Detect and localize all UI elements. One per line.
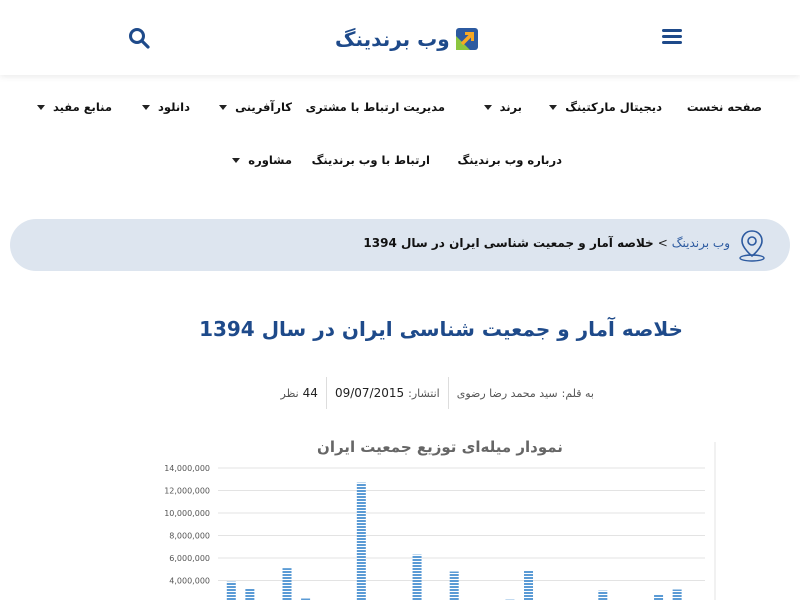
publish-date: 09/07/2015 <box>334 386 405 400</box>
chart-bar <box>524 570 534 600</box>
chart-bar <box>245 588 255 600</box>
caret-down-icon <box>232 157 241 163</box>
date-label: انتشار: <box>408 386 440 400</box>
nav-item-brand[interactable]: برند <box>483 95 522 119</box>
chart-bar <box>282 568 292 600</box>
y-tick-label: 14,000,000 <box>164 464 210 473</box>
y-tick-label: 4,000,000 <box>169 577 210 586</box>
site-header: وب برندینگ <box>0 0 800 75</box>
nav-item-entrepreneurship[interactable]: کارآفرینی <box>219 95 292 119</box>
nav-item-label: کارآفرینی <box>235 100 292 114</box>
page-title: خلاصه آمار و جمعیت شناسی ایران در سال 13… <box>199 317 683 341</box>
meta-comments[interactable]: 44 نظر <box>273 377 326 409</box>
logo-text: وب برندینگ <box>335 27 450 51</box>
nav-item-label: صفحه نخست <box>686 100 762 114</box>
y-tick-label: 8,000,000 <box>169 532 210 541</box>
nav-item-label: دیجیتال مارکتینگ <box>565 100 662 114</box>
nav-item-home[interactable]: صفحه نخست <box>687 95 762 119</box>
hamburger-icon[interactable] <box>660 26 684 48</box>
nav-item-consulting[interactable]: مشاوره <box>232 148 292 172</box>
chart-bar <box>449 571 459 600</box>
nav-item-crm[interactable]: مدیریت ارتباط با مشتری <box>306 95 445 119</box>
article-meta: به قلم: سید محمد رضا رضوی انتشار: 09/07/… <box>273 377 603 409</box>
y-tick-label: 10,000,000 <box>164 509 210 518</box>
caret-down-icon <box>142 104 151 110</box>
nav-item-label: مشاوره <box>248 153 292 167</box>
nav-item-label: برند <box>499 100 522 114</box>
caret-down-icon <box>483 104 492 110</box>
chart-bar <box>226 581 236 600</box>
chart-canvas: 14,000,000 12,000,000 10,000,000 8,000,000 6… <box>164 442 716 600</box>
caret-down-icon <box>36 104 45 110</box>
site-logo[interactable]: وب برندینگ <box>335 24 478 54</box>
y-tick-label: 12,000,000 <box>164 487 210 496</box>
chart-bar <box>356 482 366 600</box>
population-chart: نمودار میله‌ای توزیع جمعیت ایران 14,000,… <box>160 430 720 600</box>
location-pin-icon <box>736 228 768 262</box>
caret-down-icon <box>219 104 228 110</box>
caret-down-icon <box>549 104 558 110</box>
nav-item-label: منابع مفید <box>52 100 112 114</box>
breadcrumb-current: خلاصه آمار و جمعیت شناسی ایران در سال 13… <box>363 236 654 250</box>
nav-item-label: ارتباط با وب برندینگ <box>311 153 430 167</box>
y-tick-label: 6,000,000 <box>169 554 210 563</box>
breadcrumb-trail: وب برندینگ > خلاصه آمار و جمعیت شناسی ای… <box>363 236 730 250</box>
nav-item-label: درباره وب برندینگ <box>457 153 563 167</box>
chart-bar <box>654 594 664 600</box>
meta-date: انتشار: 09/07/2015 <box>325 377 448 409</box>
breadcrumb-home-link[interactable]: وب برندینگ <box>672 236 730 250</box>
nav-item-label: مدیریت ارتباط با مشتری <box>305 100 445 114</box>
breadcrumb-separator: > <box>657 236 668 250</box>
nav-item-download[interactable]: دانلود <box>142 95 190 119</box>
nav-item-resources[interactable]: منابع مفید <box>36 95 112 119</box>
comments-count: 44 <box>302 386 318 400</box>
author-name[interactable]: سید محمد رضا رضوی <box>457 387 558 400</box>
chart-bar <box>412 554 422 600</box>
logo-arrow-icon <box>455 28 478 50</box>
chart-bar <box>672 589 682 600</box>
meta-author: به قلم: سید محمد رضا رضوی <box>447 377 602 409</box>
comments-label: نظر <box>280 386 299 400</box>
search-icon[interactable] <box>128 27 150 49</box>
chart-bar <box>598 590 608 600</box>
breadcrumb: وب برندینگ > خلاصه آمار و جمعیت شناسی ای… <box>10 219 790 271</box>
nav-item-digital-marketing[interactable]: دیجیتال مارکتینگ <box>549 95 662 119</box>
nav-item-about[interactable]: درباره وب برندینگ <box>458 148 563 172</box>
nav-item-contact[interactable]: ارتباط با وب برندینگ <box>312 148 430 172</box>
author-label: به قلم: <box>561 386 594 400</box>
nav-item-label: دانلود <box>158 100 190 114</box>
